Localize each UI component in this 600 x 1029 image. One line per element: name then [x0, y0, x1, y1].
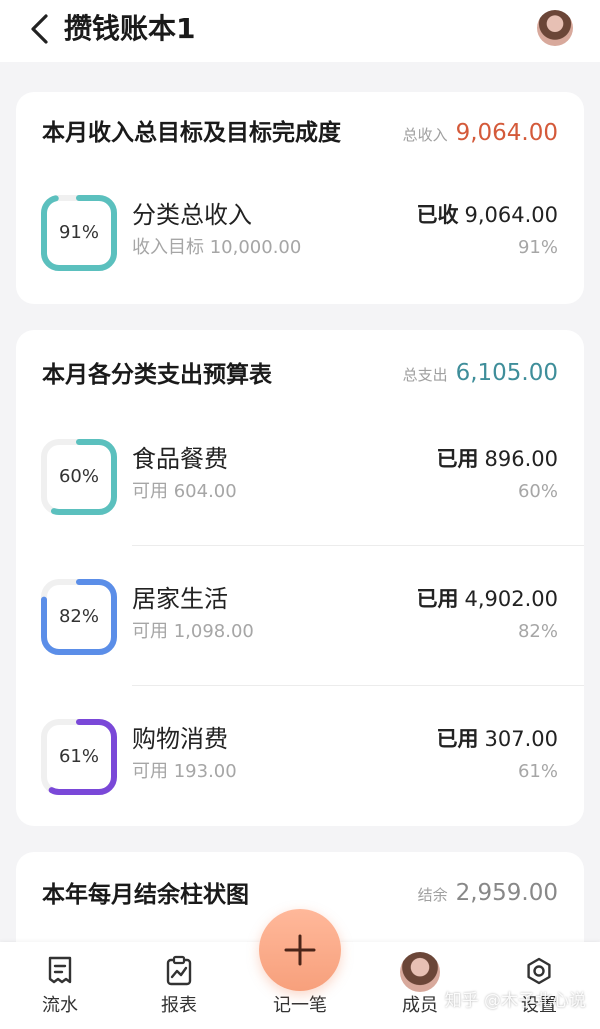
income-card: 本月收入总目标及目标完成度 总收入 9,064.00 91% 分类总收入 收入目… — [16, 92, 584, 304]
amount-value: 307.00 — [484, 727, 558, 751]
budget-total-value: 6,105.00 — [455, 360, 558, 386]
ring-percent-label: 61% — [58, 746, 99, 767]
nav-label: 报表 — [161, 995, 197, 1016]
budget-total-label: 总支出 — [402, 366, 448, 384]
category-name: 居家生活 — [132, 585, 228, 613]
category-percent: 91% — [517, 237, 558, 258]
add-record-button[interactable] — [259, 909, 341, 991]
category-available: 可用 1,098.00 — [132, 621, 254, 642]
budget-row[interactable]: 60% 食品餐费 可用 604.00 已用 896.00 60% — [16, 408, 584, 546]
category-available: 可用 193.00 — [132, 761, 237, 782]
amount-value: 4,902.00 — [464, 587, 558, 611]
gear-icon — [527, 957, 551, 985]
income-total-label: 总收入 — [402, 126, 448, 144]
category-percent: 60% — [517, 481, 558, 502]
balance-card-title: 本年每月结余柱状图 — [42, 882, 249, 908]
budget-row[interactable]: 61% 购物消费 可用 193.00 已用 307.00 61% — [16, 688, 584, 826]
nav-item-report[interactable]: 报表 — [139, 942, 219, 1029]
amount-value: 896.00 — [484, 447, 558, 471]
category-amount: 已用 307.00 — [437, 724, 558, 754]
amount-key: 已用 — [436, 727, 479, 751]
category-name: 食品餐费 — [132, 445, 228, 473]
budget-row[interactable]: 82% 居家生活 可用 1,098.00 已用 4,902.00 82% — [16, 548, 584, 686]
amount-key: 已用 — [436, 447, 479, 471]
balance-total-value: 2,959.00 — [455, 880, 558, 906]
ring-percent-label: 60% — [58, 466, 99, 487]
category-target: 收入目标 10,000.00 — [132, 237, 302, 258]
member-avatar-icon — [400, 952, 440, 992]
income-card-title: 本月收入总目标及目标完成度 — [42, 120, 341, 146]
category-amount: 已用 896.00 — [437, 444, 558, 474]
category-amount: 已收 9,064.00 — [416, 200, 558, 230]
nav-item-flow[interactable]: 流水 — [20, 942, 100, 1029]
plus-icon — [284, 934, 316, 966]
category-amount: 已用 4,902.00 — [416, 584, 558, 614]
app-header: 攒钱账本1 — [0, 0, 600, 62]
amount-value: 9,064.00 — [464, 203, 558, 227]
user-avatar[interactable] — [537, 10, 573, 46]
balance-total-label: 结余 — [417, 886, 448, 904]
page-title: 攒钱账本1 — [64, 12, 196, 45]
category-percent: 82% — [517, 621, 558, 642]
row-divider — [132, 685, 584, 686]
watermark: 知乎 @木子北心说 — [444, 991, 586, 1011]
chart-report-icon — [166, 955, 192, 986]
category-name: 购物消费 — [132, 725, 228, 753]
row-divider — [132, 545, 584, 546]
income-total-value: 9,064.00 — [455, 120, 558, 146]
ring-percent-label: 91% — [58, 222, 99, 243]
back-arrow-icon[interactable] — [26, 12, 54, 46]
nav-label: 流水 — [42, 995, 78, 1016]
ring-percent-label: 82% — [58, 606, 99, 627]
ledger-icon — [48, 956, 72, 984]
amount-key: 已用 — [416, 587, 459, 611]
nav-label: 记一笔 — [273, 995, 327, 1016]
budget-card-title: 本月各分类支出预算表 — [42, 362, 272, 388]
income-row[interactable]: 91% 分类总收入 收入目标 10,000.00 已收 9,064.00 91% — [16, 164, 584, 302]
category-percent: 61% — [517, 761, 558, 782]
amount-key: 已收 — [416, 203, 459, 227]
category-name: 分类总收入 — [132, 201, 252, 229]
category-available: 可用 604.00 — [132, 481, 237, 502]
income-total: 总收入 9,064.00 — [403, 118, 558, 148]
budget-card: 本月各分类支出预算表 总支出 6,105.00 60% 食品餐费 可用 604.… — [16, 330, 584, 826]
balance-total: 结余 2,959.00 — [418, 878, 558, 908]
budget-total: 总支出 6,105.00 — [403, 358, 558, 388]
